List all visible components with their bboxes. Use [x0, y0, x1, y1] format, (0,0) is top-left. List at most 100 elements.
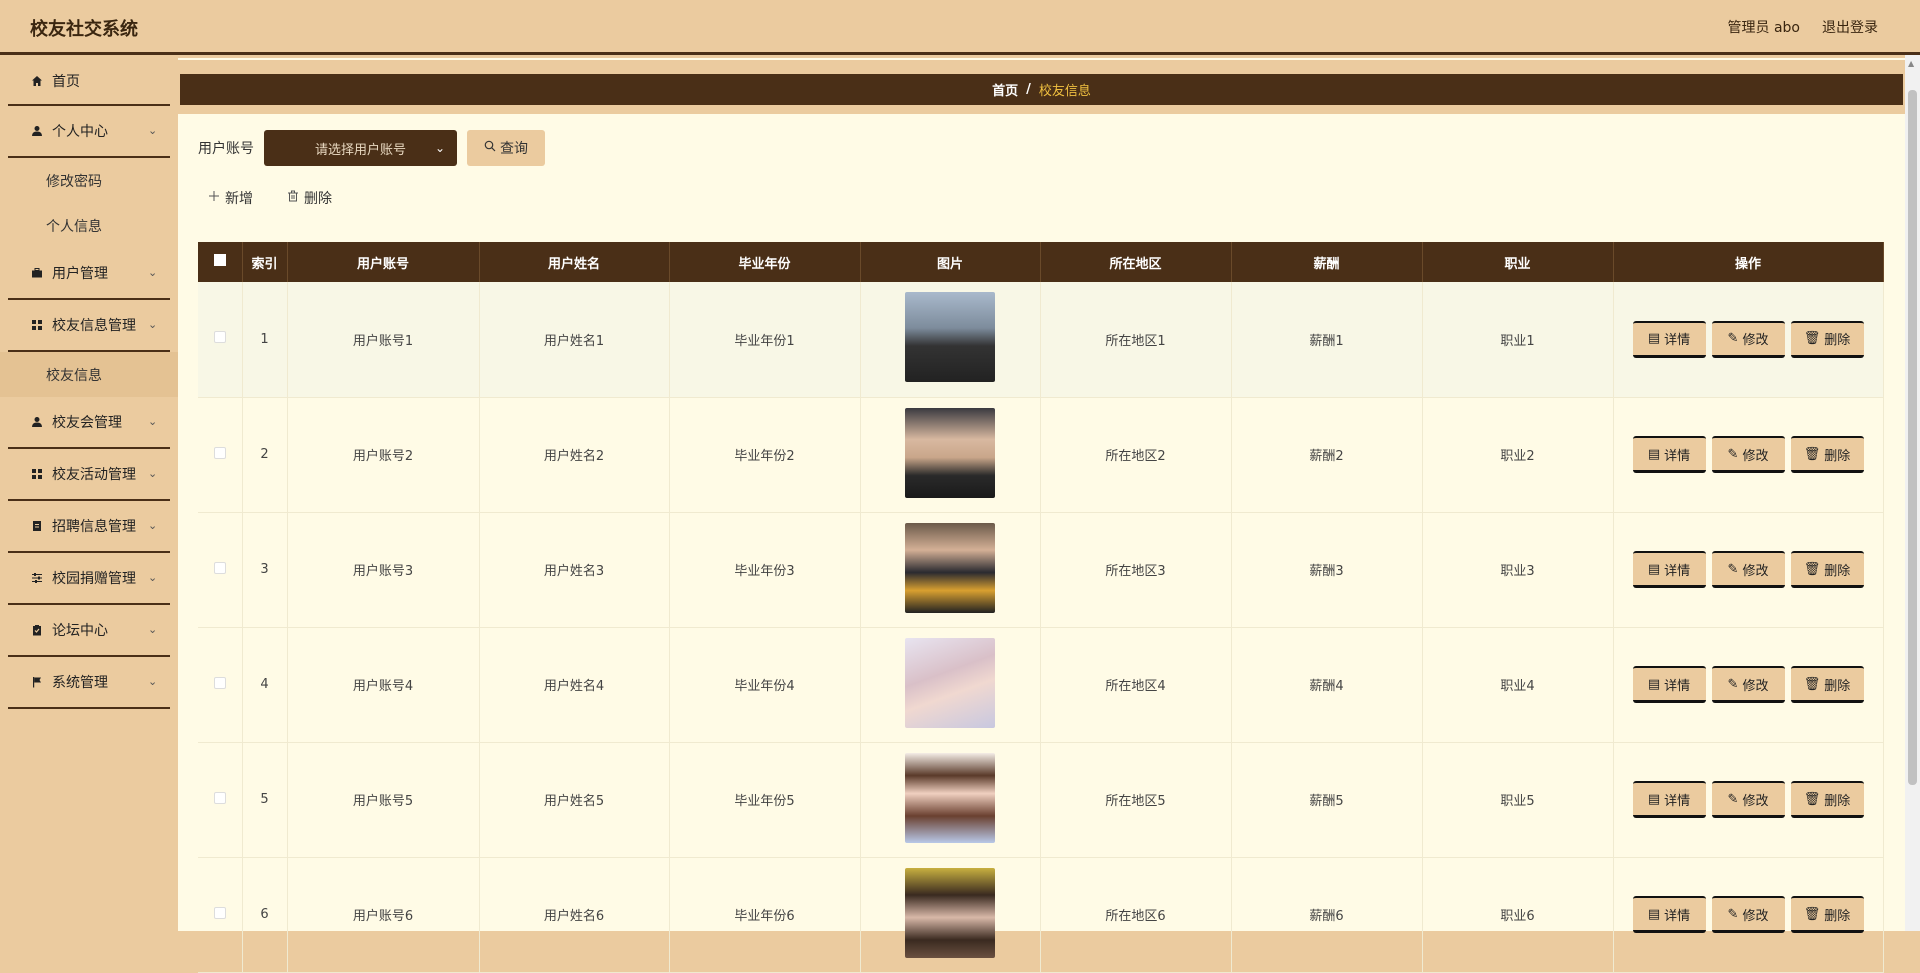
- cell-year: 毕业年份4: [669, 627, 861, 743]
- edit-button[interactable]: ✎ 修改: [1711, 551, 1785, 588]
- edit-label: 修改: [1742, 678, 1769, 694]
- alumni-photo[interactable]: [905, 407, 995, 498]
- sidebar-item-forum-center[interactable]: 论坛中心 ⌄: [8, 605, 170, 657]
- cell-actions: ▤ 详情 ✎ 修改 🗑 删除: [1613, 397, 1884, 513]
- table-row: 1 用户账号1 用户姓名1 毕业年份1 所在地区1 薪酬1 职业1 ▤ 详情 ✎ 修…: [198, 282, 1884, 398]
- add-button-label: 新增: [225, 191, 253, 207]
- cell-image: [860, 627, 1041, 743]
- row-checkbox[interactable]: [213, 906, 226, 919]
- sidebar-subitem-personal-info[interactable]: 个人信息: [0, 203, 178, 248]
- row-checkbox[interactable]: [213, 331, 226, 344]
- document-icon: [30, 519, 44, 533]
- admin-user-label[interactable]: 管理员 abo: [1728, 17, 1800, 37]
- detail-label: 详情: [1664, 678, 1691, 694]
- sidebar-label-alumni-assoc-mgmt: 校友会管理: [52, 415, 122, 431]
- row-select-cell[interactable]: [198, 742, 243, 858]
- edit-label: 修改: [1742, 333, 1769, 349]
- alumni-photo[interactable]: [905, 637, 995, 728]
- edit-button[interactable]: ✎ 修改: [1711, 781, 1785, 818]
- select-all-checkbox[interactable]: [213, 254, 226, 266]
- batch-delete-button[interactable]: 删除: [287, 188, 332, 208]
- breadcrumb-bar: 首页 / 校友信息: [178, 60, 1905, 114]
- sliders-icon: [30, 571, 44, 585]
- search-row: 用户账号 请选择用户账号 ⌄ 查询: [198, 130, 545, 166]
- cell-region: 所在地区6: [1040, 857, 1232, 973]
- sidebar-item-user-mgmt[interactable]: 用户管理 ⌄: [8, 248, 170, 300]
- header-name: 用户姓名: [479, 242, 670, 282]
- cell-actions: ▤ 详情 ✎ 修改 🗑 删除: [1613, 742, 1884, 858]
- row-checkbox[interactable]: [213, 561, 226, 574]
- row-select-cell[interactable]: [198, 282, 243, 398]
- cell-name: 用户姓名4: [479, 627, 670, 743]
- row-checkbox[interactable]: [213, 676, 226, 689]
- detail-button[interactable]: ▤ 详情: [1632, 436, 1706, 473]
- sidebar-subitem-change-password[interactable]: 修改密码: [0, 158, 178, 203]
- cell-image: [860, 512, 1041, 628]
- delete-button[interactable]: 🗑 删除: [1790, 781, 1864, 818]
- delete-label: 删除: [1824, 793, 1851, 809]
- edit-button[interactable]: ✎ 修改: [1711, 320, 1785, 358]
- alumni-photo[interactable]: [905, 867, 995, 958]
- row-select-cell[interactable]: [198, 627, 243, 743]
- delete-button[interactable]: 🗑 删除: [1790, 896, 1864, 933]
- edit-button[interactable]: ✎ 修改: [1711, 896, 1785, 933]
- detail-button[interactable]: ▤ 详情: [1632, 551, 1706, 588]
- row-select-cell[interactable]: [198, 512, 243, 628]
- scrollbar-thumb[interactable]: [1908, 90, 1917, 785]
- breadcrumb-home[interactable]: 首页: [992, 80, 1018, 99]
- chevron-down-icon: ⌄: [148, 124, 158, 137]
- detail-button[interactable]: ▤ 详情: [1632, 896, 1706, 933]
- row-checkbox[interactable]: [213, 791, 226, 804]
- sidebar-item-alumni-info-mgmt[interactable]: 校友信息管理 ⌄: [8, 300, 170, 352]
- alumni-photo[interactable]: [905, 522, 995, 613]
- search-label: 用户账号: [198, 141, 254, 157]
- cell-salary: 薪酬5: [1231, 742, 1423, 858]
- scroll-up-icon[interactable]: ▲: [1908, 59, 1914, 68]
- sidebar-item-alumni-activity-mgmt[interactable]: 校友活动管理 ⌄: [8, 449, 170, 501]
- detail-button[interactable]: ▤ 详情: [1632, 666, 1706, 703]
- sidebar-item-donation-mgmt[interactable]: 校园捐赠管理 ⌄: [8, 553, 170, 605]
- delete-label: 删除: [1824, 448, 1851, 464]
- document-icon: ▤: [1647, 791, 1661, 807]
- sidebar-subitem-alumni-info[interactable]: 校友信息: [0, 352, 178, 397]
- sidebar-item-recruit-mgmt[interactable]: 招聘信息管理 ⌄: [8, 501, 170, 553]
- sidebar-item-alumni-assoc-mgmt[interactable]: 校友会管理 ⌄: [8, 397, 170, 449]
- edit-button[interactable]: ✎ 修改: [1711, 666, 1785, 703]
- cell-region: 所在地区4: [1040, 627, 1232, 743]
- delete-button[interactable]: 🗑 删除: [1790, 320, 1864, 358]
- alumni-photo[interactable]: [905, 292, 995, 383]
- row-checkbox[interactable]: [213, 446, 226, 459]
- page-scrollbar[interactable]: ▲: [1905, 55, 1920, 931]
- detail-button[interactable]: ▤ 详情: [1632, 781, 1706, 818]
- add-button[interactable]: 新增: [208, 188, 253, 208]
- query-button[interactable]: 查询: [467, 130, 545, 166]
- cell-image: [860, 742, 1041, 858]
- edit-icon: ✎: [1727, 906, 1739, 922]
- sidebar-item-system-mgmt[interactable]: 系统管理 ⌄: [8, 657, 170, 709]
- delete-label: 删除: [1824, 908, 1851, 924]
- document-icon: ▤: [1647, 331, 1661, 347]
- select-all-cell[interactable]: [198, 242, 243, 282]
- row-select-cell[interactable]: [198, 397, 243, 513]
- account-select[interactable]: 请选择用户账号 ⌄: [264, 130, 457, 166]
- delete-button[interactable]: 🗑 删除: [1790, 551, 1864, 588]
- cell-name: 用户姓名6: [479, 857, 670, 973]
- delete-button[interactable]: 🗑 删除: [1790, 436, 1864, 473]
- sidebar-item-home[interactable]: 首页: [8, 58, 170, 106]
- sidebar-item-personal-center[interactable]: 个人中心 ⌄: [8, 106, 170, 158]
- row-select-cell[interactable]: [198, 857, 243, 973]
- cell-year: 毕业年份5: [669, 742, 861, 858]
- cell-salary: 薪酬3: [1231, 512, 1423, 628]
- main-content: 首页 / 校友信息 用户账号 请选择用户账号 ⌄ 查询 新增 删除 索引 用户账…: [178, 58, 1905, 973]
- logout-link[interactable]: 退出登录: [1822, 17, 1878, 37]
- sidebar-label-system-mgmt: 系统管理: [52, 675, 108, 691]
- detail-button[interactable]: ▤ 详情: [1632, 320, 1706, 358]
- edit-label: 修改: [1742, 448, 1769, 464]
- edit-button[interactable]: ✎ 修改: [1711, 436, 1785, 473]
- cell-account: 用户账号2: [287, 397, 480, 513]
- chevron-down-icon: ⌄: [148, 675, 158, 688]
- alumni-photo[interactable]: [905, 752, 995, 843]
- delete-button[interactable]: 🗑 删除: [1790, 666, 1864, 703]
- edit-icon: ✎: [1727, 676, 1739, 692]
- sidebar-label-donation-mgmt: 校园捐赠管理: [52, 571, 136, 587]
